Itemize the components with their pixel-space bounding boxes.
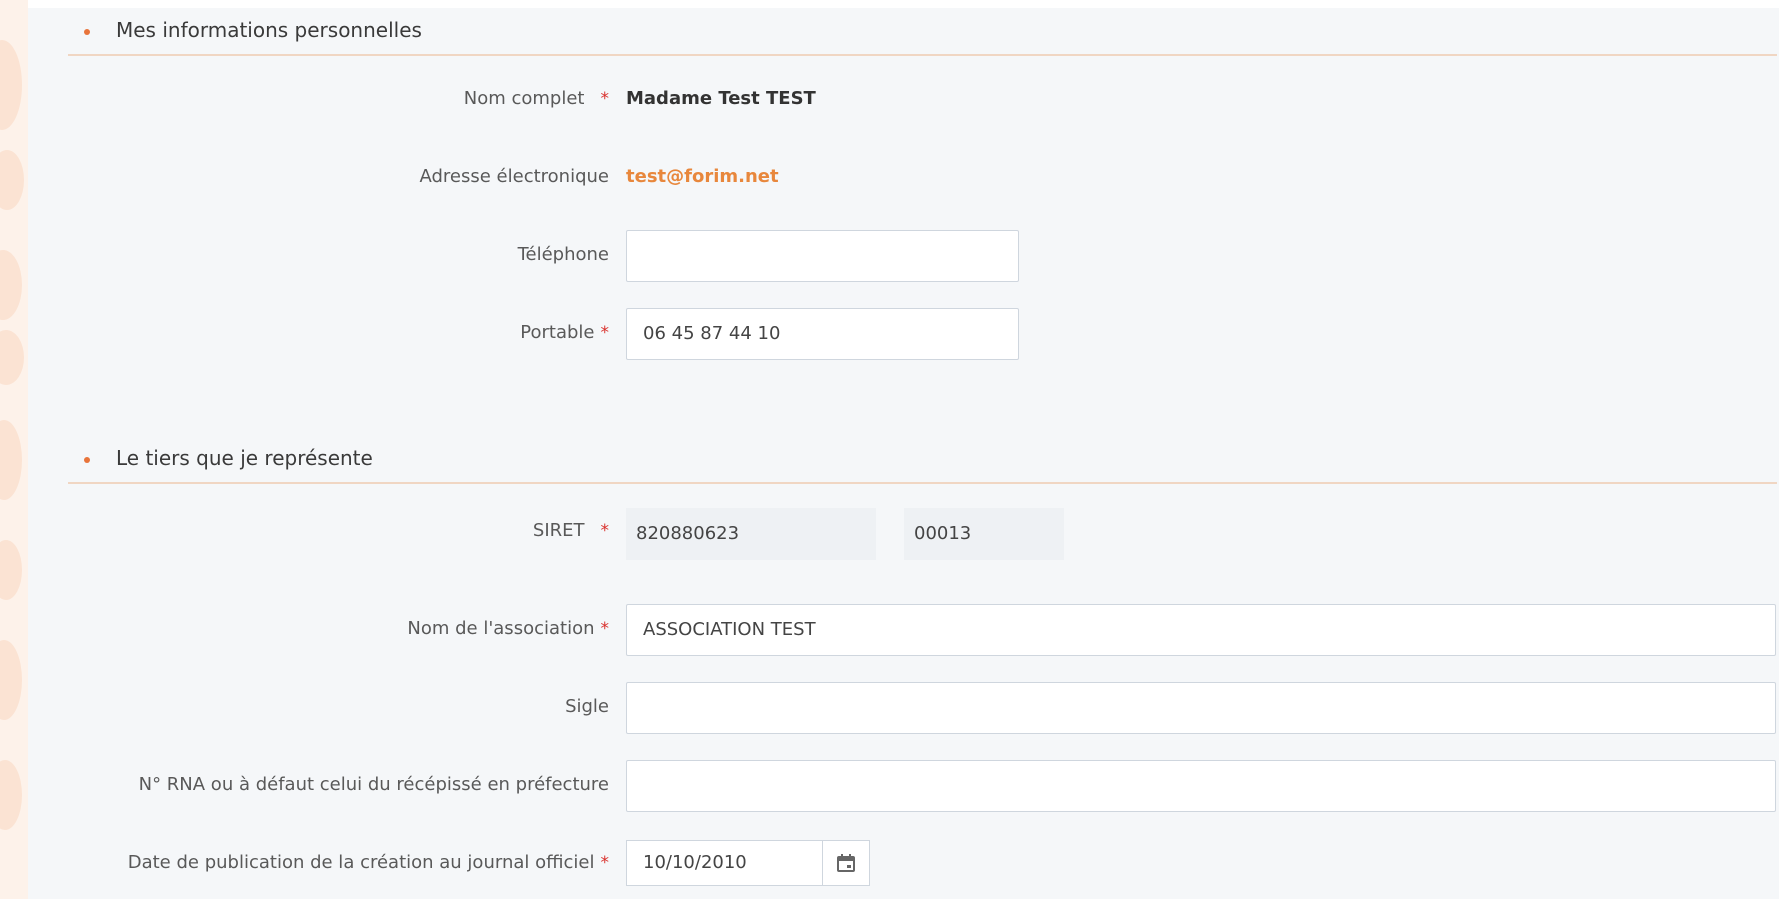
row-publication-date: Date de publication de la création au jo…	[28, 840, 1779, 890]
section-organization-divider	[68, 482, 1777, 484]
association-name-input[interactable]: ASSOCIATION TEST	[626, 604, 1776, 656]
full-name-label: Nom complet *	[49, 88, 609, 109]
publication-date-picker: 10/10/2010	[626, 840, 870, 886]
row-phone: Téléphone	[28, 230, 1779, 286]
row-mobile: Portable * 06 45 87 44 10	[28, 308, 1779, 364]
siret-label: SIRET *	[49, 520, 609, 541]
calendar-icon	[837, 854, 855, 872]
full-name-value: Madame Test TEST	[626, 88, 816, 109]
publication-date-label-text: Date de publication de la création au jo…	[127, 852, 595, 873]
rna-label: N° RNA ou à défaut celui du récépissé en…	[49, 774, 609, 795]
row-rna: N° RNA ou à défaut celui du récépissé en…	[28, 760, 1779, 816]
rna-label-text: N° RNA ou à défaut celui du récépissé en…	[138, 774, 609, 795]
siret-siren-field: 820880623	[626, 508, 876, 560]
publication-date-label: Date de publication de la création au jo…	[49, 852, 609, 873]
association-name-label: Nom de l'association *	[49, 618, 609, 639]
phone-input[interactable]	[626, 230, 1019, 282]
required-marker: *	[600, 521, 610, 541]
mobile-label: Portable *	[49, 322, 609, 343]
email-label: Adresse électronique	[49, 166, 610, 187]
rna-input[interactable]	[626, 760, 1776, 812]
email-label-text: Adresse électronique	[419, 166, 610, 187]
mobile-input[interactable]: 06 45 87 44 10	[626, 308, 1019, 360]
dot-icon	[84, 457, 90, 463]
section-personal-title: Mes informations personnelles	[68, 18, 422, 42]
section-organization-label: Le tiers que je représente	[116, 446, 373, 470]
row-acronym: Sigle	[28, 682, 1779, 738]
dot-icon	[84, 29, 90, 35]
row-email: Adresse électronique test@forim.net	[28, 166, 1779, 196]
acronym-input[interactable]	[626, 682, 1776, 734]
required-marker: *	[600, 89, 610, 109]
left-decoration	[0, 0, 28, 899]
acronym-label-text: Sigle	[565, 696, 609, 717]
publication-date-input[interactable]: 10/10/2010	[626, 840, 822, 886]
row-full-name: Nom complet * Madame Test TEST	[28, 88, 1779, 118]
email-link[interactable]: test@forim.net	[626, 166, 779, 187]
section-personal-label: Mes informations personnelles	[116, 18, 422, 42]
acronym-label: Sigle	[49, 696, 609, 717]
mobile-label-text: Portable	[520, 322, 595, 343]
required-marker: *	[600, 619, 610, 639]
row-association-name: Nom de l'association * ASSOCIATION TEST	[28, 604, 1779, 660]
association-name-label-text: Nom de l'association	[407, 618, 595, 639]
row-siret: SIRET * 820880623 00013	[28, 508, 1779, 564]
phone-label-text: Téléphone	[517, 244, 609, 265]
calendar-button[interactable]	[822, 840, 870, 886]
siret-label-text: SIRET	[532, 520, 585, 541]
siret-nic-field: 00013	[904, 508, 1064, 560]
section-organization-title: Le tiers que je représente	[68, 446, 373, 470]
required-marker: *	[600, 323, 610, 343]
phone-label: Téléphone	[49, 244, 609, 265]
form-panel: Mes informations personnelles Nom comple…	[28, 8, 1779, 899]
section-personal-divider	[68, 54, 1777, 56]
full-name-label-text: Nom complet	[463, 88, 585, 109]
required-marker: *	[600, 853, 610, 873]
